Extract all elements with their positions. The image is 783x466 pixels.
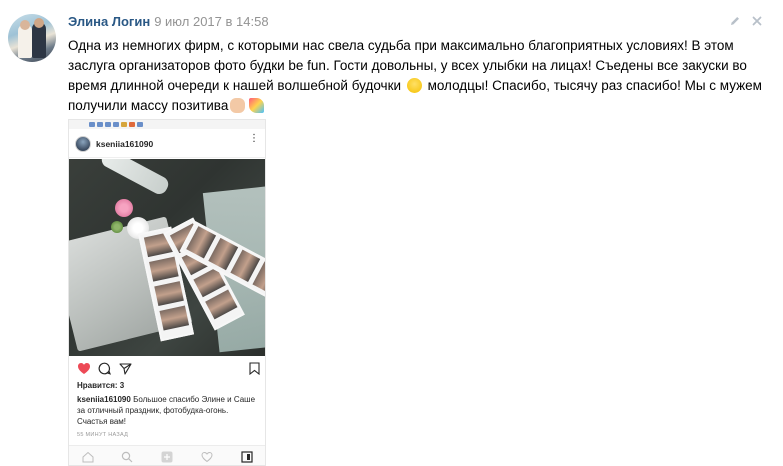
bookmark-icon — [249, 362, 260, 375]
status-icon — [137, 122, 143, 127]
status-icon — [113, 122, 119, 127]
avatar-figure — [34, 18, 44, 28]
flower-shape — [111, 221, 123, 233]
add-post-icon — [161, 451, 173, 463]
status-icon — [97, 122, 103, 127]
flushed-emoji-icon — [406, 78, 422, 93]
party-popper-emoji-icon — [249, 98, 265, 113]
ok-hand-emoji-icon — [230, 98, 246, 113]
instagram-user-bar: kseniia161090 ⋮ — [69, 130, 265, 158]
profile-icon — [241, 451, 253, 463]
author-name[interactable]: Элина Логин — [68, 14, 150, 29]
edit-icon[interactable] — [729, 15, 741, 27]
attached-photo[interactable]: kseniia161090 ⋮ Нравится: 3 kseniia16109… — [68, 119, 266, 466]
instagram-likes: Нравится: 3 — [77, 381, 125, 390]
instagram-actions — [69, 358, 265, 380]
post-header: Элина Логин 9 июл 2017 в 14:58 — [68, 14, 269, 30]
activity-heart-icon — [201, 451, 213, 463]
status-icon — [89, 122, 95, 127]
strip-frame — [159, 305, 190, 331]
strip-frame — [154, 281, 184, 307]
strip-frame — [149, 256, 179, 282]
avatar-figure — [20, 20, 30, 30]
status-icon — [121, 122, 127, 127]
close-icon[interactable] — [751, 15, 763, 27]
search-icon — [121, 451, 133, 463]
phone-status-bar — [69, 120, 265, 129]
post-date[interactable]: 9 июл 2017 в 14:58 — [154, 14, 268, 29]
status-icon — [105, 122, 111, 127]
instagram-caption: kseniia161090 Большое спасибо Элине и Са… — [77, 394, 257, 427]
more-dots-icon: ⋮ — [249, 133, 259, 144]
comment-icon — [98, 362, 111, 375]
instagram-timestamp: 55 МИНУТ НАЗАД — [77, 432, 129, 438]
author-avatar[interactable] — [8, 14, 56, 62]
flower-shape — [115, 199, 133, 217]
instagram-username: kseniia161090 — [96, 139, 154, 149]
share-icon — [119, 363, 132, 375]
instagram-avatar — [75, 136, 91, 152]
caption-username: kseniia161090 — [77, 395, 131, 404]
post-text: Одна из немногих фирм, с которыми нас св… — [68, 36, 768, 116]
wall-post: Элина Логин 9 июл 2017 в 14:58 Одна из не… — [0, 0, 783, 466]
home-icon — [82, 451, 94, 463]
photobooth-photo — [69, 159, 265, 356]
strip-frame — [205, 289, 238, 320]
ribbon-shape — [98, 159, 172, 197]
instagram-tab-bar — [69, 445, 265, 465]
heart-icon — [78, 363, 90, 374]
status-icon — [129, 122, 135, 127]
